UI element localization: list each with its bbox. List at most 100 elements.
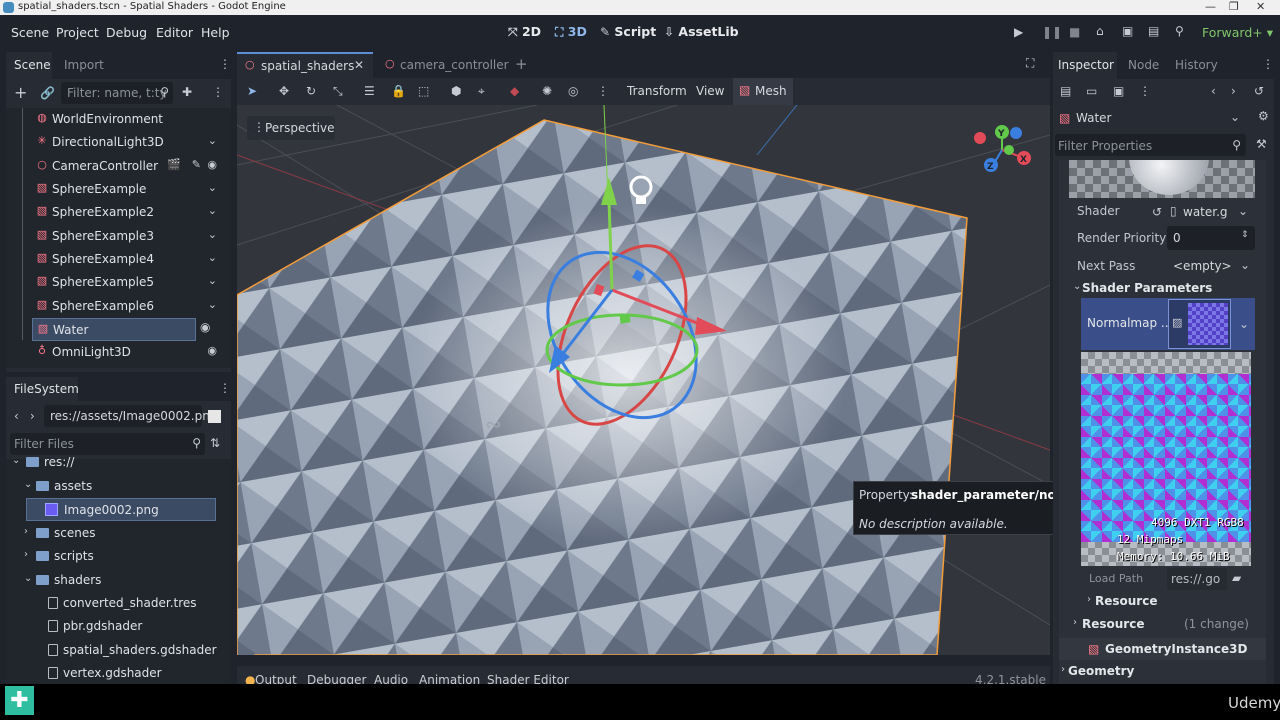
scene-filter-input[interactable]: Filter: name, t:ty ⚲	[61, 82, 173, 104]
rotate-tool-icon[interactable]: ↻	[306, 85, 316, 97]
perspective-menu[interactable]: ⋮ Perspective	[247, 116, 335, 140]
back-icon[interactable]: ‹	[14, 410, 19, 422]
tree-node-sphereexample[interactable]: ▧ SphereExample ⌄	[6, 178, 221, 201]
filesystem-path-input[interactable]: res://assets/Image0002.png	[44, 405, 217, 427]
normalmap-texture-picker[interactable]: ▨	[1168, 299, 1231, 349]
file-tree-item-root[interactable]: ⌄ res://	[6, 451, 216, 474]
history-forward-icon[interactable]: ›	[1231, 85, 1236, 97]
preview-sun-icon[interactable]: ◆	[510, 85, 519, 97]
snap-icon[interactable]: ⌖	[478, 85, 485, 97]
revert-icon[interactable]: ↺	[1152, 206, 1162, 218]
visibility-eye-icon[interactable]: ◉	[207, 158, 217, 171]
tab-filesystem[interactable]: FileSystem	[14, 382, 79, 396]
chevron-down-icon[interactable]: ⌄	[1239, 318, 1249, 330]
tab-node[interactable]: Node	[1128, 58, 1159, 72]
tab-camera-controller[interactable]: ○ camera_controller	[377, 52, 509, 78]
file-tree-item-shaders[interactable]: ⌄ shaders	[6, 569, 216, 592]
tab-import[interactable]: Import	[64, 58, 104, 72]
dock-menu-icon[interactable]: ⋮	[219, 58, 231, 70]
instance-scene-icon[interactable]: 🔗	[40, 87, 55, 99]
distraction-free-icon[interactable]: ⛶	[1026, 57, 1034, 69]
visibility-eye-icon[interactable]: ◉	[207, 344, 217, 357]
view-menu[interactable]: View	[696, 84, 724, 98]
tree-node-sphereexample5[interactable]: ▧ SphereExample5 ⌄	[6, 271, 221, 294]
geometry-section[interactable]: › Geometry	[1059, 660, 1266, 682]
mode-script-button[interactable]: ✎ Script	[600, 24, 656, 39]
tree-node-sphereexample4[interactable]: ▧ SphereExample4 ⌄	[6, 248, 221, 271]
resource-inner-section[interactable]: › Resource	[1085, 590, 1251, 612]
movie-maker-icon[interactable]: ⚲	[1175, 25, 1184, 37]
tree-node-water[interactable]: ▧ Water	[32, 318, 196, 341]
mode-3d-button[interactable]: ⛶ 3D	[555, 24, 587, 39]
visibility-chevron-icon[interactable]: ⌄	[208, 134, 217, 147]
viewport-more-icon[interactable]: ⋮	[597, 85, 609, 97]
file-tree-item-spatial-shaders[interactable]: spatial_shaders.gdshader	[6, 639, 217, 662]
minimize-icon[interactable]: —	[1205, 0, 1216, 13]
select-tool-icon[interactable]: ➤	[247, 85, 257, 97]
move-tool-icon[interactable]: ✥	[279, 85, 289, 97]
tab-history[interactable]: History	[1175, 58, 1218, 72]
add-node-icon[interactable]: +	[14, 85, 27, 101]
file-tree-item-converted-shader[interactable]: converted_shader.tres	[6, 592, 216, 615]
dock-menu-icon[interactable]: ⋮	[1262, 58, 1274, 70]
menu-project[interactable]: Project	[56, 25, 99, 40]
tree-node-sphereexample2[interactable]: ▧ SphereExample2 ⌄	[6, 201, 221, 224]
preview-environment-icon[interactable]: ✺	[542, 85, 552, 97]
local-space-icon[interactable]: ⬢	[451, 85, 461, 97]
tree-node-sphereexample3[interactable]: ▧ SphereExample3 ⌄	[6, 225, 221, 248]
load-resource-icon[interactable]: ▭	[1086, 85, 1097, 97]
menu-debug[interactable]: Debug	[106, 25, 147, 40]
file-tree-item-pbr[interactable]: pbr.gdshader	[6, 615, 216, 638]
menu-help[interactable]: Help	[201, 25, 230, 40]
stop-icon[interactable]: ■	[1069, 26, 1080, 38]
tree-node-directionallight3d[interactable]: ✳ DirectionalLight3D ⌄	[6, 131, 221, 154]
tree-node-worldenvironment[interactable]: ◍ WorldEnvironment	[6, 108, 221, 131]
visibility-chevron-icon[interactable]: ⌄	[208, 298, 217, 311]
property-options-icon[interactable]: ⚒	[1256, 138, 1267, 150]
resource-outer-section[interactable]: › Resource (1 change)	[1071, 613, 1255, 637]
group-icon[interactable]: ⬚	[418, 85, 429, 97]
scale-tool-icon[interactable]: ⤡	[333, 85, 343, 97]
resource-menu-icon[interactable]: ⋮	[1139, 85, 1151, 97]
list-select-icon[interactable]: ☰	[364, 85, 375, 97]
file-tree-item-image0002[interactable]: Image0002.png	[26, 498, 216, 521]
save-resource-icon[interactable]: ▣	[1113, 85, 1124, 97]
close-window-icon[interactable]: ✕	[1256, 0, 1265, 13]
file-tree-item-vertex[interactable]: vertex.gdshader	[6, 662, 216, 685]
script-attached-icon[interactable]: ✎	[192, 158, 201, 171]
file-tree-item-scripts[interactable]: › scripts	[6, 545, 216, 568]
add-icon[interactable]: ✚	[5, 686, 34, 715]
play-scene-icon[interactable]: ▣	[1122, 25, 1133, 37]
play-custom-scene-icon[interactable]: ▤	[1148, 25, 1159, 37]
render-priority-spinbox[interactable]: 0 ⇕	[1167, 226, 1255, 250]
new-resource-icon[interactable]: ▤	[1060, 85, 1071, 97]
play-icon[interactable]: ▶	[1014, 26, 1023, 38]
forward-icon[interactable]: ›	[30, 410, 35, 422]
menu-editor[interactable]: Editor	[156, 25, 193, 40]
dock-menu-icon[interactable]: ⋮	[219, 382, 231, 394]
menu-scene[interactable]: Scene	[11, 25, 49, 40]
close-tab-icon[interactable]: ✕	[354, 59, 364, 71]
viewport-3d[interactable]: ∾ Y Z X ⋮ Perspective	[237, 105, 1050, 655]
tab-inspector[interactable]: Inspector	[1058, 58, 1114, 72]
file-tree-item-scenes[interactable]: › scenes	[6, 522, 216, 545]
visibility-chevron-icon[interactable]: ⌄	[208, 204, 217, 217]
visibility-chevron-icon[interactable]: ⌄	[208, 274, 217, 287]
file-tree-item-assets[interactable]: ⌄ assets	[6, 475, 216, 498]
maximize-icon[interactable]: ❐	[1229, 0, 1239, 13]
history-back-icon[interactable]: ‹	[1211, 85, 1216, 97]
shader-resource-picker[interactable]: ▯ water.g ⌄	[1167, 201, 1249, 223]
folder-browse-icon[interactable]: ▰	[1232, 572, 1241, 584]
attach-script-icon[interactable]: ✚	[182, 86, 192, 98]
mode-2d-button[interactable]: ⤧ 2D	[508, 24, 541, 39]
globe-icon[interactable]: ◎	[568, 85, 578, 97]
remote-debug-icon[interactable]: ⌂	[1096, 25, 1104, 37]
new-tab-icon[interactable]: +	[515, 57, 528, 72]
node-settings-icon[interactable]: ⚙	[1258, 110, 1269, 122]
tab-spatial-shaders[interactable]: ○ spatial_shaders ✕	[237, 52, 373, 78]
next-pass-picker[interactable]: <empty> ⌄	[1167, 254, 1255, 278]
scene-tree-menu-icon[interactable]: ⋮	[212, 86, 224, 98]
lock-icon[interactable]: 🔒	[391, 85, 406, 97]
visibility-chevron-icon[interactable]: ⌄	[208, 228, 217, 241]
sort-icon[interactable]: ⇅	[210, 437, 220, 449]
